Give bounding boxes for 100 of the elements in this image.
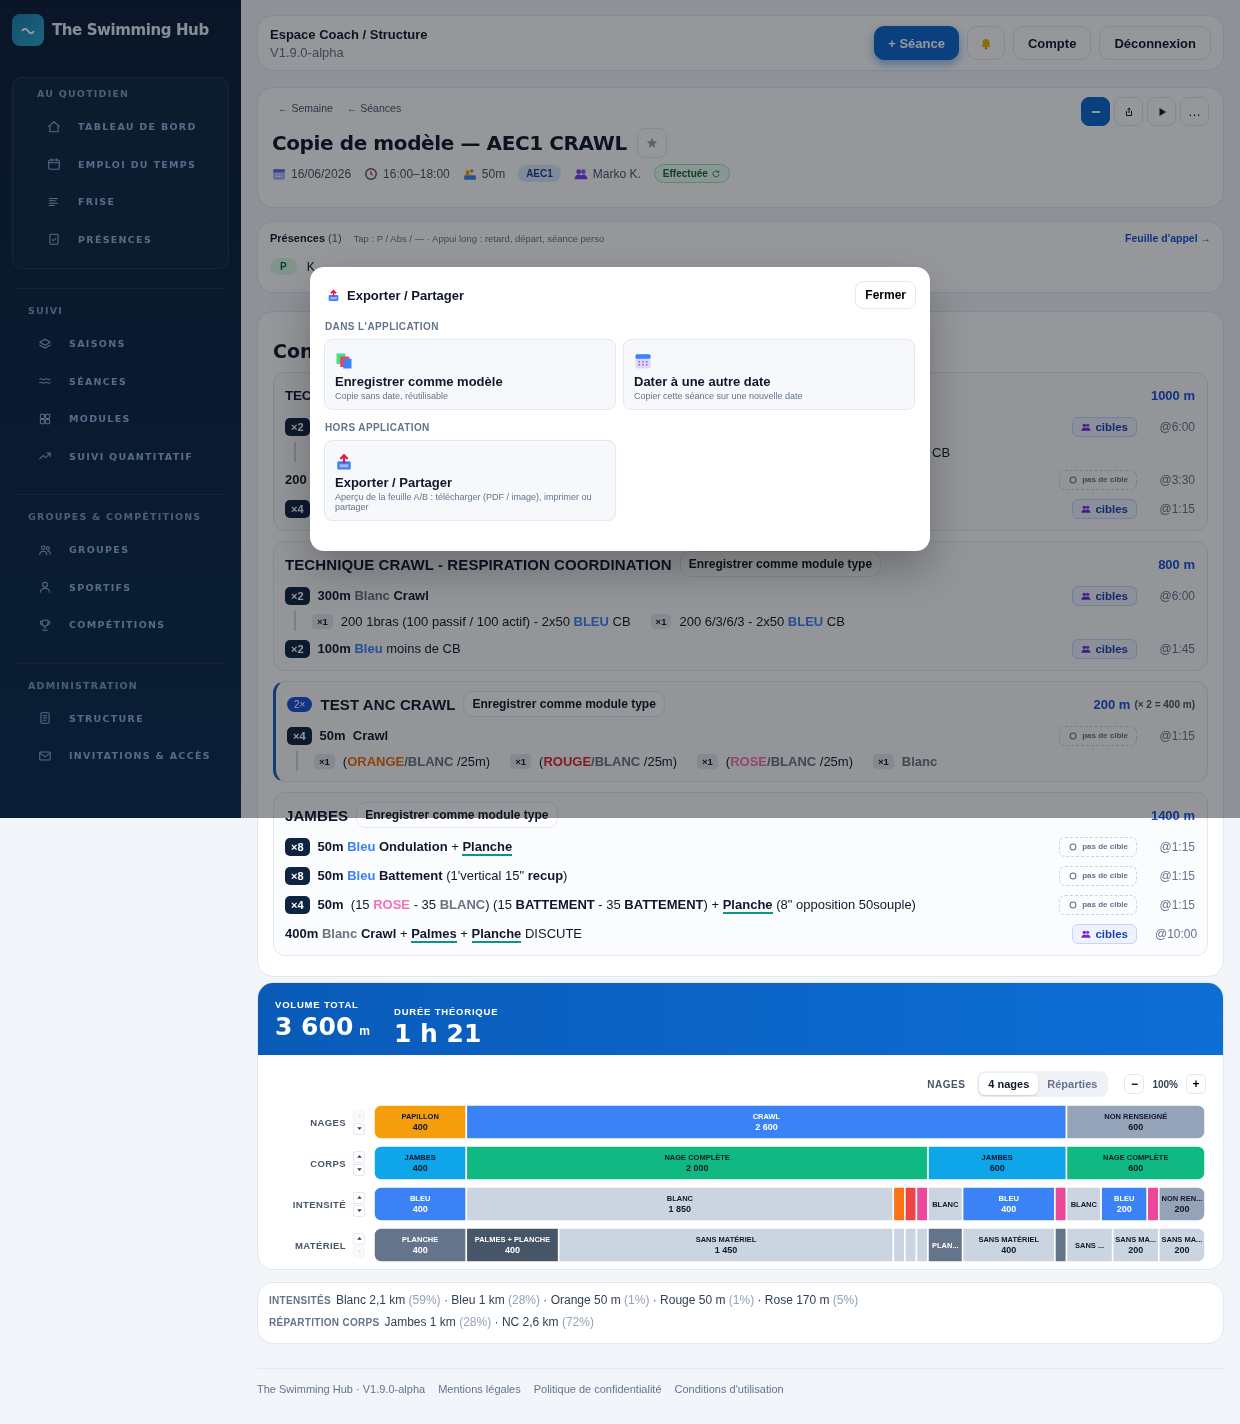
- group-badge: AEC1: [518, 165, 561, 182]
- nav-item[interactable]: TABLEAU DE BORD: [47, 108, 204, 146]
- exercise-text: 50m (15 ROSE - 35 BLANC) (15 BATTEMENT - 35 BATTEMENT) + Planche (8" opposition 50souple): [317, 897, 916, 912]
- nav-item[interactable]: EMPLOI DU TEMPS: [47, 145, 204, 183]
- nav-item[interactable]: SÉANCES: [38, 362, 213, 400]
- option-card[interactable]: Dater à une autre date Copier cette séance sur une nouvelle date: [623, 339, 915, 410]
- circle-icon: [1068, 841, 1079, 852]
- save-module-button[interactable]: Enregistrer comme module type: [463, 691, 665, 717]
- no-target-button[interactable]: pas de cible: [1059, 469, 1137, 490]
- trophy-icon: [38, 617, 52, 632]
- no-target-button[interactable]: pas de cible: [1059, 865, 1137, 886]
- nav-item[interactable]: SPORTIFS: [38, 568, 213, 606]
- session-title: Copie de modèle — AEC1 CRAWL: [272, 131, 627, 155]
- targets-button[interactable]: cibles: [1072, 638, 1137, 659]
- user-icon: [38, 580, 52, 595]
- close-button[interactable]: Fermer: [855, 281, 916, 309]
- interval-time: @3:30: [1158, 472, 1195, 487]
- option-title: Dater à une autre date: [634, 374, 771, 389]
- unit-label: m: [359, 1024, 370, 1038]
- targets-button[interactable]: cibles: [1072, 923, 1137, 944]
- hint-text: Tap : P / Abs / — · Appui long : retard, départ, séance perso: [353, 232, 605, 244]
- move-up-button[interactable]: [353, 1232, 365, 1245]
- reps-badge: ×2: [285, 417, 310, 436]
- nav-item[interactable]: PRÉSENCES: [47, 220, 204, 258]
- targets-button[interactable]: cibles: [1072, 498, 1137, 519]
- summary-text: Blanc 2,1 km (59%) · Bleu 1 km (28%) · Orange 50 m (1%) · Rouge 50 m (1%) · Rose 170 m (5%): [335, 1293, 859, 1307]
- interval-time: @1:15: [1158, 501, 1195, 516]
- segment-value: 600: [1128, 1122, 1144, 1132]
- exercise-text: CB: [932, 444, 951, 460]
- header-button[interactable]: Compte: [1013, 26, 1092, 60]
- caret-up-icon: [355, 1235, 363, 1242]
- nav-item[interactable]: COMPÉTITIONS: [38, 606, 213, 644]
- exercise-text: 50m Bleu Battement (1'vertical 15" recup): [317, 868, 568, 883]
- move-down-button[interactable]: [353, 1122, 365, 1135]
- save-module-button[interactable]: Enregistrer comme module type: [679, 551, 882, 577]
- segment-value: 400: [1001, 1204, 1017, 1214]
- users-icon: [1081, 503, 1092, 514]
- option-card[interactable]: Enregistrer comme modèle Copie sans date, réutilisable: [324, 339, 616, 410]
- targets-button[interactable]: cibles: [1072, 585, 1137, 606]
- header-button[interactable]: Déconnexion: [1099, 26, 1211, 60]
- page-title: Espace Coach / Structure: [270, 26, 428, 42]
- no-target-button[interactable]: pas de cible: [1059, 725, 1137, 746]
- move-down-button[interactable]: [353, 1204, 365, 1217]
- interval-time: @1:15: [1158, 868, 1195, 883]
- bar: [904, 1186, 918, 1222]
- coach-text: Marko K.: [592, 166, 641, 181]
- reps-badge: ×8: [285, 837, 310, 856]
- segment-value: 1 450: [714, 1245, 738, 1255]
- footer-link[interactable]: Mentions légales: [438, 1383, 521, 1395]
- move-up-button[interactable]: [353, 1150, 365, 1163]
- new-session-button[interactable]: + Séance: [874, 26, 959, 60]
- exercise-text: 100m Bleu moins de CB: [317, 641, 461, 656]
- footer-text: The Swimming Hub · V1.9.0-alpha: [257, 1383, 426, 1395]
- attendance-sheet-link[interactable]: Feuille d'appel →: [1125, 232, 1211, 244]
- option-card[interactable]: Exporter / Partager Aperçu de la feuille A/B : télécharger (PDF / image), imprimer ou partager: [324, 440, 616, 521]
- exercise-text: (ORANGE/BLANC /25m): [342, 753, 491, 769]
- exercise-text: 200 6/3/6/3 - 2x50 BLEU CB: [679, 613, 845, 629]
- status-button[interactable]: Effectuée: [653, 164, 730, 183]
- segment-value: 200: [1174, 1204, 1190, 1214]
- refresh-icon: [710, 168, 721, 179]
- move-up-button[interactable]: [353, 1191, 365, 1204]
- circle-icon: [1068, 870, 1079, 881]
- caret-up-icon: [355, 1112, 363, 1119]
- zoom-in-button[interactable]: +: [1186, 1074, 1206, 1094]
- no-target-button[interactable]: pas de cible: [1059, 836, 1137, 857]
- nav-item[interactable]: GROUPES: [38, 531, 213, 569]
- nav-item[interactable]: INVITATIONS & ACCÈS: [38, 737, 213, 775]
- breadcrumb-link[interactable]: ← Semaine: [278, 102, 333, 114]
- toolbar-button[interactable]: [1081, 97, 1110, 126]
- move-down-button[interactable]: [353, 1163, 365, 1176]
- caret-down-icon: [355, 1125, 363, 1132]
- reps-badge: ×1: [312, 613, 333, 629]
- nav-item[interactable]: FRISE: [47, 183, 204, 221]
- targets-button[interactable]: cibles: [1072, 416, 1137, 437]
- presence-button[interactable]: P: [270, 258, 297, 275]
- reps-badge: ×1: [510, 753, 532, 769]
- app-name: The Swimming Hub: [52, 21, 209, 39]
- version-label: V1.9.0-alpha: [270, 44, 345, 60]
- toolbar-button[interactable]: …: [1180, 97, 1209, 126]
- row-label: INTENSITÉ: [291, 1198, 346, 1210]
- layers-icon: [38, 336, 52, 351]
- users-icon: [573, 166, 588, 181]
- segment-value: 2 000: [685, 1163, 709, 1173]
- exercise-text: 50m Crawl: [319, 728, 389, 743]
- footer-link[interactable]: Conditions d'utilisation: [674, 1383, 784, 1395]
- segment-value: 400: [1001, 1245, 1017, 1255]
- mode-tab[interactable]: 4 nages: [979, 1073, 1039, 1095]
- nav-item[interactable]: MODULES: [38, 400, 213, 438]
- mode-tab[interactable]: Réparties: [1038, 1073, 1107, 1095]
- nav-item[interactable]: STRUCTURE: [38, 699, 213, 737]
- zoom-out-button[interactable]: −: [1124, 1074, 1145, 1094]
- mode-label: NAGES: [927, 1078, 966, 1090]
- nav-item[interactable]: SAISONS: [38, 325, 213, 363]
- breadcrumb-link[interactable]: ← Séances: [346, 102, 402, 114]
- footer-link[interactable]: Politique de confidentialité: [533, 1383, 662, 1395]
- export-tray-icon: [335, 453, 353, 471]
- envelope-icon: [38, 748, 52, 763]
- no-target-button[interactable]: pas de cible: [1059, 894, 1137, 915]
- calendar-icon: [272, 166, 286, 181]
- nav-item[interactable]: SUIVI QUANTITATIF: [38, 437, 213, 475]
